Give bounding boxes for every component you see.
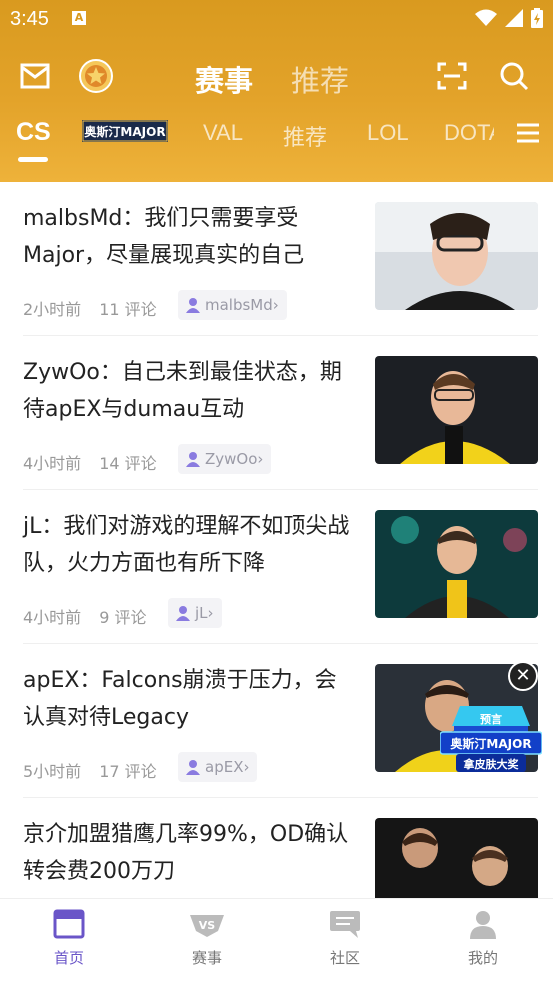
battery-icon bbox=[531, 8, 543, 28]
major-badge-label: 奥斯汀MAJOR bbox=[84, 124, 165, 139]
home-icon bbox=[53, 909, 85, 939]
article-title[interactable]: jL：我们对游戏的理解不如顶尖战队，火力方面也有所下降 bbox=[23, 508, 358, 582]
close-icon[interactable]: ✕ bbox=[508, 661, 538, 691]
article-thumbnail[interactable] bbox=[375, 202, 538, 310]
mail-icon[interactable] bbox=[15, 56, 55, 96]
nav-community[interactable]: 社区 bbox=[305, 909, 385, 968]
user-icon bbox=[186, 452, 200, 467]
promo-line1: 预言 bbox=[480, 712, 502, 726]
author-chip[interactable]: malbsMd › bbox=[178, 290, 287, 320]
chevron-right-icon: › bbox=[243, 758, 250, 776]
user-icon bbox=[186, 760, 200, 775]
game-tabs: CS 奥斯汀MAJOR VAL 推荐 LOL DOTA bbox=[0, 112, 553, 162]
article-time: 4小时前 bbox=[23, 454, 82, 473]
profile-icon bbox=[470, 911, 496, 939]
article-title[interactable]: malbsMd：我们只需要享受Major，尽量展现真实的自己 bbox=[23, 200, 358, 274]
game-tab-dota[interactable]: DOTA bbox=[444, 120, 494, 146]
article-title[interactable]: ZywOo：自己未到最佳状态，期待apEX与dumau互动 bbox=[23, 354, 358, 428]
chevron-right-icon: › bbox=[257, 450, 264, 468]
austin-major-badge[interactable]: 奥斯汀MAJOR bbox=[82, 120, 168, 142]
tab-events[interactable]: 赛事 bbox=[195, 58, 253, 100]
author-name: malbsMd bbox=[205, 296, 273, 314]
user-icon bbox=[176, 606, 190, 621]
nav-profile[interactable]: 我的 bbox=[443, 909, 523, 968]
article-thumbnail[interactable] bbox=[375, 510, 538, 618]
article-comments: 14 评论 bbox=[99, 454, 157, 473]
article-comments: 11 评论 bbox=[99, 300, 157, 319]
status-bar: 3:45 A bbox=[0, 0, 553, 40]
article-time: 4小时前 bbox=[23, 608, 82, 627]
game-tab-lol[interactable]: LOL bbox=[367, 120, 409, 146]
chevron-right-icon: › bbox=[272, 296, 279, 314]
nav-profile-label: 我的 bbox=[467, 949, 498, 967]
list-item[interactable]: 京介加盟猎鹰几率99%，OD确认转会费200万刀 bbox=[0, 798, 553, 898]
tab-recommend[interactable]: 推荐 bbox=[291, 58, 349, 100]
svg-text:VS: VS bbox=[199, 919, 216, 932]
medal-icon[interactable] bbox=[76, 56, 116, 96]
chat-icon bbox=[330, 911, 360, 938]
nav-home-label: 首页 bbox=[53, 949, 84, 967]
game-tab-recommend[interactable]: 推荐 bbox=[283, 120, 327, 152]
search-icon[interactable] bbox=[494, 56, 534, 96]
article-meta: 5小时前 17 评论 bbox=[23, 758, 175, 782]
menu-icon[interactable] bbox=[517, 122, 539, 144]
author-chip[interactable]: apEX › bbox=[178, 752, 258, 782]
nav-community-label: 社区 bbox=[329, 949, 360, 967]
article-comments: 17 评论 bbox=[99, 762, 157, 781]
article-comments: 9 评论 bbox=[99, 608, 147, 627]
signal-icon bbox=[505, 9, 523, 27]
section-tabs: 赛事 推荐 bbox=[195, 58, 349, 100]
chevron-right-icon: › bbox=[207, 604, 214, 622]
author-name: ZywOo bbox=[205, 450, 258, 468]
article-thumbnail[interactable] bbox=[375, 356, 538, 464]
system-icons bbox=[475, 8, 543, 28]
austin-major-promo[interactable]: 预言 奥斯汀MAJOR 拿皮肤大奖 bbox=[440, 704, 542, 774]
nav-events-label: 赛事 bbox=[191, 949, 222, 967]
author-chip[interactable]: ZywOo › bbox=[178, 444, 272, 474]
user-icon bbox=[186, 298, 200, 313]
vs-icon: VS bbox=[190, 915, 224, 937]
active-tab-indicator bbox=[18, 157, 48, 162]
sim-badge-icon: A bbox=[72, 11, 86, 25]
article-time: 5小时前 bbox=[23, 762, 82, 781]
nav-home[interactable]: 首页 bbox=[29, 909, 109, 968]
scan-icon[interactable] bbox=[432, 56, 472, 96]
author-name: apEX bbox=[205, 758, 244, 776]
author-chip[interactable]: jL › bbox=[168, 598, 222, 628]
top-bar: 赛事 推荐 bbox=[0, 48, 553, 108]
bottom-nav: 首页 VS 赛事 社区 我的 bbox=[0, 898, 553, 985]
article-title[interactable]: apEX：Falcons崩溃于压力，会认真对待Legacy bbox=[23, 662, 358, 736]
game-tab-cs[interactable]: CS bbox=[16, 118, 51, 147]
news-feed[interactable]: malbsMd：我们只需要享受Major，尽量展现真实的自己 2小时前 11 评… bbox=[0, 182, 553, 898]
list-item[interactable]: malbsMd：我们只需要享受Major，尽量展现真实的自己 2小时前 11 评… bbox=[0, 182, 553, 336]
game-tab-val[interactable]: VAL bbox=[203, 120, 243, 146]
app-header: 3:45 A 赛事 推荐 CS 奥斯汀MAJOR VAL 推荐 LOL DOT bbox=[0, 0, 553, 182]
article-meta: 2小时前 11 评论 bbox=[23, 296, 175, 320]
article-thumbnail[interactable] bbox=[375, 818, 538, 898]
article-title[interactable]: 京介加盟猎鹰几率99%，OD确认转会费200万刀 bbox=[23, 816, 358, 890]
list-item[interactable]: jL：我们对游戏的理解不如顶尖战队，火力方面也有所下降 4小时前 9 评论 jL… bbox=[0, 490, 553, 644]
list-item[interactable]: ZywOo：自己未到最佳状态，期待apEX与dumau互动 4小时前 14 评论… bbox=[0, 336, 553, 490]
author-name: jL bbox=[195, 604, 208, 622]
nav-events[interactable]: VS 赛事 bbox=[167, 909, 247, 968]
article-meta: 4小时前 9 评论 bbox=[23, 604, 164, 628]
promo-line2: 奥斯汀MAJOR bbox=[450, 736, 531, 751]
wifi-icon bbox=[475, 9, 497, 26]
article-meta: 4小时前 14 评论 bbox=[23, 450, 175, 474]
promo-line3: 拿皮肤大奖 bbox=[463, 757, 520, 771]
article-time: 2小时前 bbox=[23, 300, 82, 319]
status-time: 3:45 bbox=[10, 8, 49, 30]
